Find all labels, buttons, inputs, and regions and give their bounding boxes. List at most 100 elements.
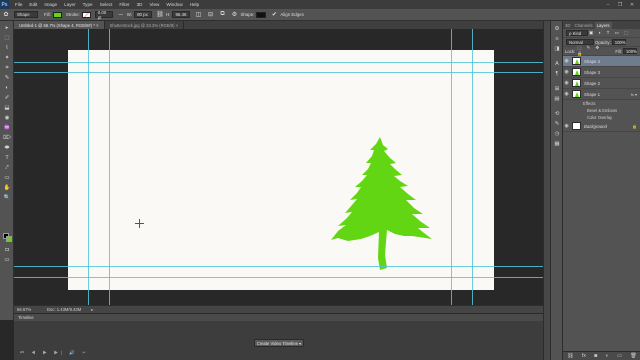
info-icon[interactable]: ▦ (553, 141, 561, 148)
zoom-tool-icon[interactable]: 🔍 (3, 195, 11, 202)
zoom-level[interactable]: 66.67% (17, 307, 41, 312)
clone-stamp-tool-icon[interactable]: ⬓ (3, 105, 11, 112)
new-layer-icon[interactable]: ▭ (617, 353, 622, 359)
tab-layers[interactable]: Layers (594, 22, 612, 29)
tab-channels[interactable]: Channels (573, 22, 595, 29)
guide-line[interactable] (14, 72, 543, 73)
guide-line[interactable] (88, 29, 89, 305)
timeline-controls[interactable]: ⏮ ◀ ▶ ▶| 🔊 ✂ (20, 350, 89, 356)
screen-mode-icon[interactable]: ▭ (3, 257, 11, 264)
brush-presets-icon[interactable]: ✎ (553, 121, 561, 128)
swatches-icon[interactable]: ⊞ (553, 86, 561, 93)
menu-help[interactable]: Help (190, 2, 199, 7)
width-input[interactable]: 80 px (134, 11, 153, 18)
layer-row-background[interactable]: ◉ Background 🔒 (563, 121, 640, 132)
layers-comp-icon[interactable]: ▤ (553, 96, 561, 103)
character-icon[interactable]: A (553, 61, 561, 68)
adjustment-layer-icon[interactable]: ◐ (606, 353, 609, 359)
path-selection-tool-icon[interactable]: ⤤ (3, 165, 11, 172)
crop-tool-icon[interactable]: ⌗ (3, 65, 11, 72)
settings-gear-icon[interactable]: ⚙ (230, 11, 238, 19)
dodge-tool-icon[interactable]: ⬬ (3, 145, 11, 152)
add-mask-icon[interactable]: ◙ (594, 353, 597, 359)
tab-untitled-1[interactable]: Untitled-1 @ 66.7% (Shape 4, RGB/8#) * × (14, 21, 105, 29)
status-menu-arrow-icon[interactable]: ▸ (91, 307, 93, 312)
visibility-eye-icon[interactable]: ◉ (563, 80, 570, 86)
quick-select-tool-icon[interactable]: ✦ (3, 55, 11, 62)
history-icon[interactable]: ⟲ (553, 111, 561, 118)
guide-line[interactable] (109, 29, 110, 305)
path-alignment-icon[interactable]: ⊟ (206, 11, 214, 19)
menu-file[interactable]: File (15, 2, 22, 7)
custom-shape-tool-icon[interactable]: ✿ (2, 11, 10, 19)
visibility-eye-icon[interactable]: ◉ (563, 123, 570, 129)
link-layers-icon[interactable]: ⛓ (567, 353, 573, 359)
panel-collapse-strip[interactable] (543, 21, 550, 360)
menu-window[interactable]: Window (166, 2, 182, 7)
menu-image[interactable]: Image (44, 2, 57, 7)
guide-line[interactable] (451, 29, 452, 305)
add-style-icon[interactable]: fx (582, 353, 586, 359)
shape-tool-icon[interactable]: ▭ (3, 175, 11, 182)
guide-line[interactable] (14, 266, 543, 267)
brush-tool-icon[interactable]: ✐ (3, 95, 11, 102)
paragraph-icon[interactable]: ¶ (553, 71, 561, 78)
background-color-swatch[interactable] (6, 236, 12, 242)
hand-tool-icon[interactable]: ✋ (3, 185, 11, 192)
restore-icon[interactable]: ❐ (614, 0, 626, 9)
canvas-area[interactable] (14, 29, 543, 305)
guide-line[interactable] (14, 277, 543, 278)
opacity-input[interactable]: 100% (611, 39, 626, 45)
minimize-icon[interactable]: – (602, 0, 614, 9)
history-brush-tool-icon[interactable]: ◉ (3, 115, 11, 122)
menu-edit[interactable]: Edit (29, 2, 37, 7)
trash-icon[interactable]: 🗑 (630, 353, 636, 359)
move-tool-icon[interactable]: ▸ (3, 25, 11, 32)
menu-3d[interactable]: 3D (137, 2, 143, 7)
effect-color-overlay[interactable]: Color Overlay (563, 114, 640, 121)
properties-icon[interactable]: ⚙ (553, 26, 561, 33)
link-icon[interactable]: ⛓ (156, 11, 164, 19)
create-video-timeline-button[interactable]: Create Video Timeline ▾ (254, 339, 304, 347)
tab-shutterstock[interactable]: Shutterstock.jpg @ 33.3% (RGB/8) × (105, 21, 185, 29)
quick-mask-icon[interactable]: ◘ (3, 247, 11, 254)
visibility-eye-icon[interactable]: ◉ (563, 58, 570, 64)
layer-name[interactable]: Shape 2 (584, 81, 600, 86)
effect-bevel-emboss[interactable]: Bevel & Emboss (563, 107, 640, 114)
gradient-tool-icon[interactable]: ⌦ (3, 135, 11, 142)
tab-3d[interactable]: 3D (563, 22, 573, 29)
layer-name[interactable]: Shape 4 (584, 59, 600, 64)
effects-label[interactable]: Effects (563, 100, 640, 107)
layer-name[interactable]: Shape 3 (584, 70, 600, 75)
pine-tree-shape[interactable] (68, 50, 494, 290)
layer-name[interactable]: Background (584, 124, 607, 129)
shape-picker[interactable] (256, 11, 267, 18)
healing-tool-icon[interactable]: ◐ (3, 85, 11, 92)
visibility-eye-icon[interactable]: ◉ (563, 91, 570, 97)
styles-icon[interactable]: ◨ (553, 46, 561, 53)
close-icon[interactable]: ✕ (626, 0, 638, 9)
layer-row-shape-1[interactable]: ◉ Shape 1 fx ▾ (563, 89, 640, 100)
height-input[interactable]: 96.46 (172, 11, 191, 18)
adjustments-icon[interactable]: ≡ (553, 36, 561, 43)
tool-mode-select[interactable]: Shape (14, 11, 38, 18)
menu-select[interactable]: Select (100, 2, 113, 7)
layer-name[interactable]: Shape 1 (584, 92, 600, 97)
path-operations-icon[interactable]: ◫ (194, 11, 202, 19)
guide-line[interactable] (14, 62, 543, 63)
layer-row-shape-3[interactable]: ◉ Shape 3 (563, 67, 640, 78)
eyedropper-tool-icon[interactable]: ✎ (3, 75, 11, 82)
stroke-width-input[interactable]: 0.00 pt (94, 10, 113, 20)
align-edges-checkbox[interactable]: ✔ (270, 11, 278, 19)
menu-filter[interactable]: Filter (119, 2, 129, 7)
marquee-tool-icon[interactable]: ⬚ (3, 35, 11, 42)
menu-type[interactable]: Type (83, 2, 93, 7)
filter-icons[interactable]: ▣ ◐ T ▭ ⬚ (589, 30, 631, 36)
layer-row-shape-2[interactable]: ◉ Shape 2 (563, 78, 640, 89)
layer-effects-badge[interactable]: fx ▾ (631, 92, 637, 97)
menu-layer[interactable]: Layer (64, 2, 76, 7)
fill-swatch[interactable] (52, 11, 62, 18)
fill-input[interactable]: 100% (623, 48, 637, 54)
layer-row-shape-4[interactable]: ◉ Shape 4 (563, 56, 640, 67)
kind-filter-select[interactable]: ρ Kind (566, 30, 588, 36)
